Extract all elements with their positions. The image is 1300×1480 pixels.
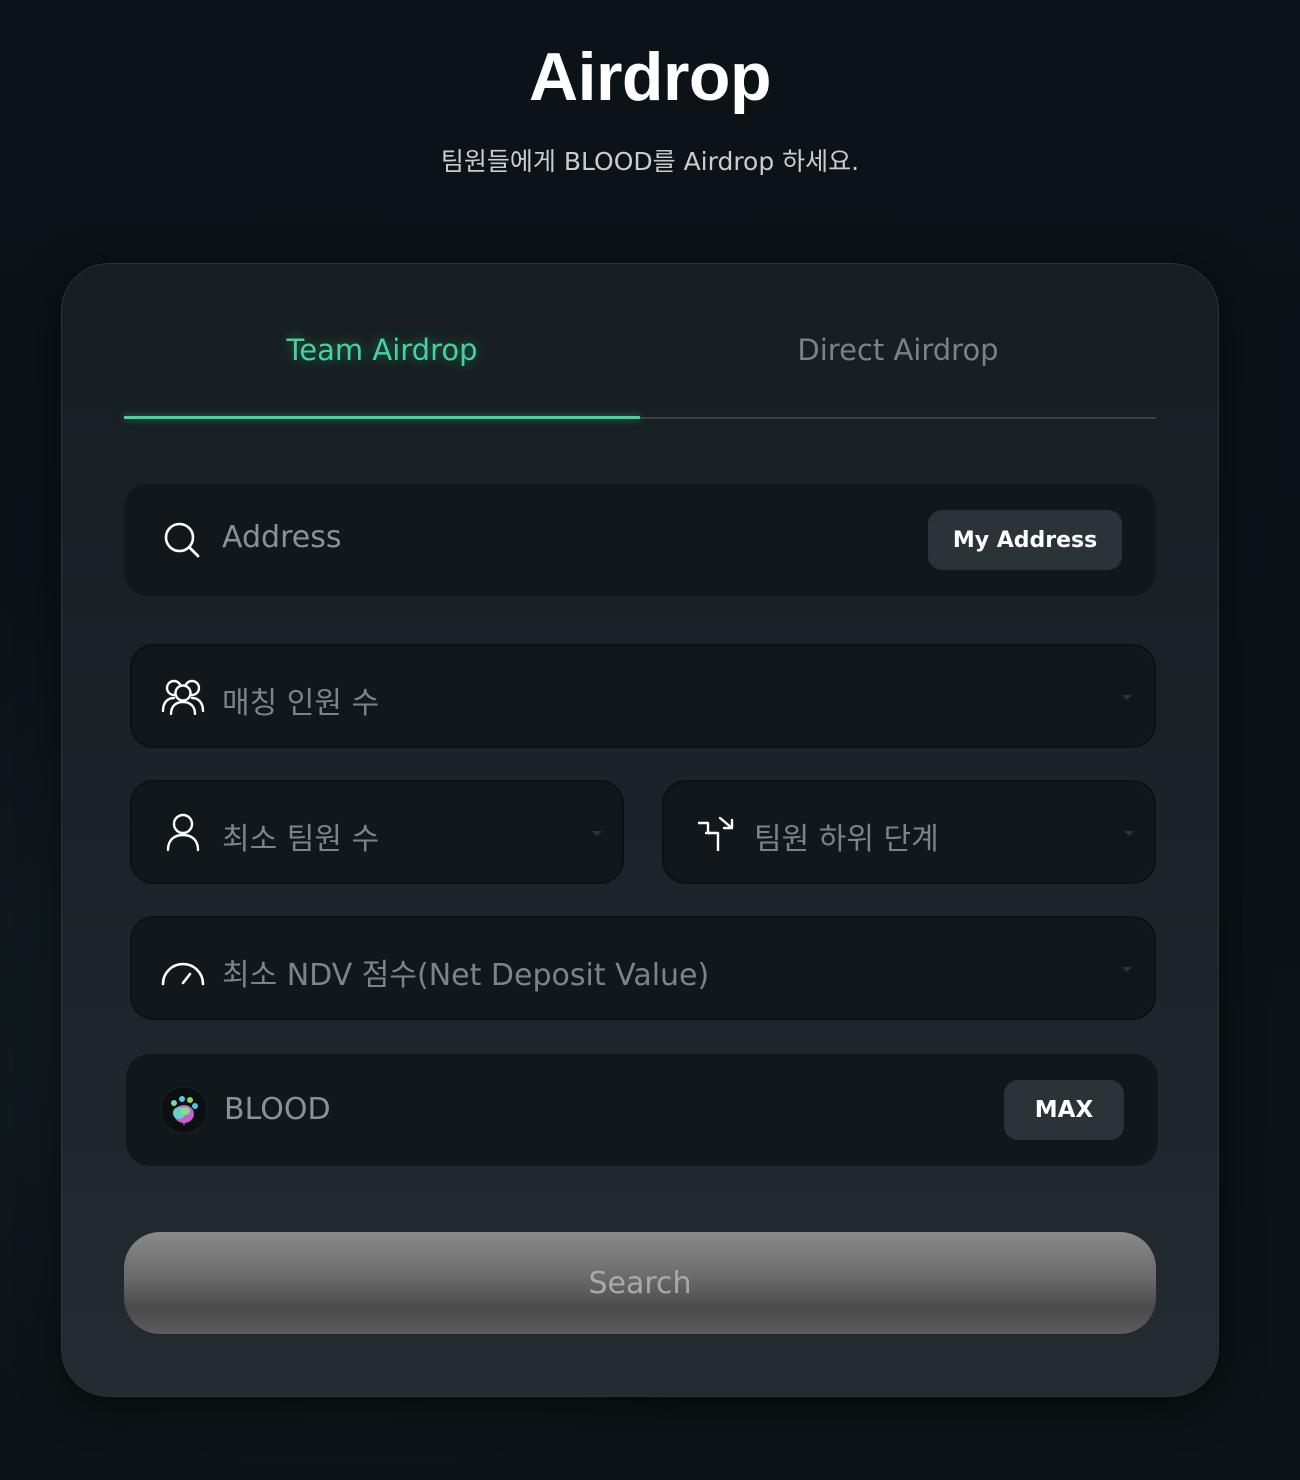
users-group-icon	[160, 676, 206, 716]
amount-field[interactable]: BLOOD MAX	[126, 1054, 1158, 1166]
chevron-down-icon	[592, 831, 602, 836]
tab-direct-airdrop[interactable]: Direct Airdrop	[640, 300, 1156, 420]
amount-input[interactable]: BLOOD	[224, 1092, 331, 1127]
page-title: Airdrop	[528, 39, 772, 115]
gauge-icon	[160, 950, 206, 990]
matching-members-select[interactable]: 매칭 인원 수	[130, 644, 1156, 748]
search-button[interactable]: Search	[124, 1232, 1156, 1334]
max-button[interactable]: MAX	[1004, 1080, 1124, 1140]
address-field[interactable]: Address My Address	[124, 484, 1156, 596]
matching-members-placeholder: 매칭 인원 수	[222, 686, 380, 721]
airdrop-tabs: Team Airdrop Direct Airdrop	[124, 300, 1156, 420]
min-team-members-placeholder: 최소 팀원 수	[222, 822, 380, 857]
min-ndv-select[interactable]: 최소 NDV 점수(Net Deposit Value)	[130, 916, 1156, 1020]
blood-token-logo	[160, 1086, 208, 1134]
team-sub-level-select[interactable]: 팀원 하위 단계	[662, 780, 1156, 884]
chevron-down-icon	[1122, 967, 1132, 972]
search-icon	[162, 520, 202, 560]
min-team-members-select[interactable]: 최소 팀원 수	[130, 780, 624, 884]
min-ndv-placeholder: 최소 NDV 점수(Net Deposit Value)	[222, 958, 710, 993]
team-sub-level-placeholder: 팀원 하위 단계	[754, 822, 939, 857]
user-icon	[160, 812, 206, 852]
my-address-button[interactable]: My Address	[928, 510, 1122, 570]
chevron-down-icon	[1124, 831, 1134, 836]
address-input[interactable]: Address	[222, 520, 341, 555]
stairs-arrow-icon	[694, 814, 738, 854]
page-subtitle: 팀원들에게 BLOOD를 Airdrop 하세요.	[440, 147, 860, 176]
tab-team-airdrop[interactable]: Team Airdrop	[124, 300, 640, 420]
tab-active-indicator	[124, 416, 640, 419]
chevron-down-icon	[1122, 695, 1132, 700]
